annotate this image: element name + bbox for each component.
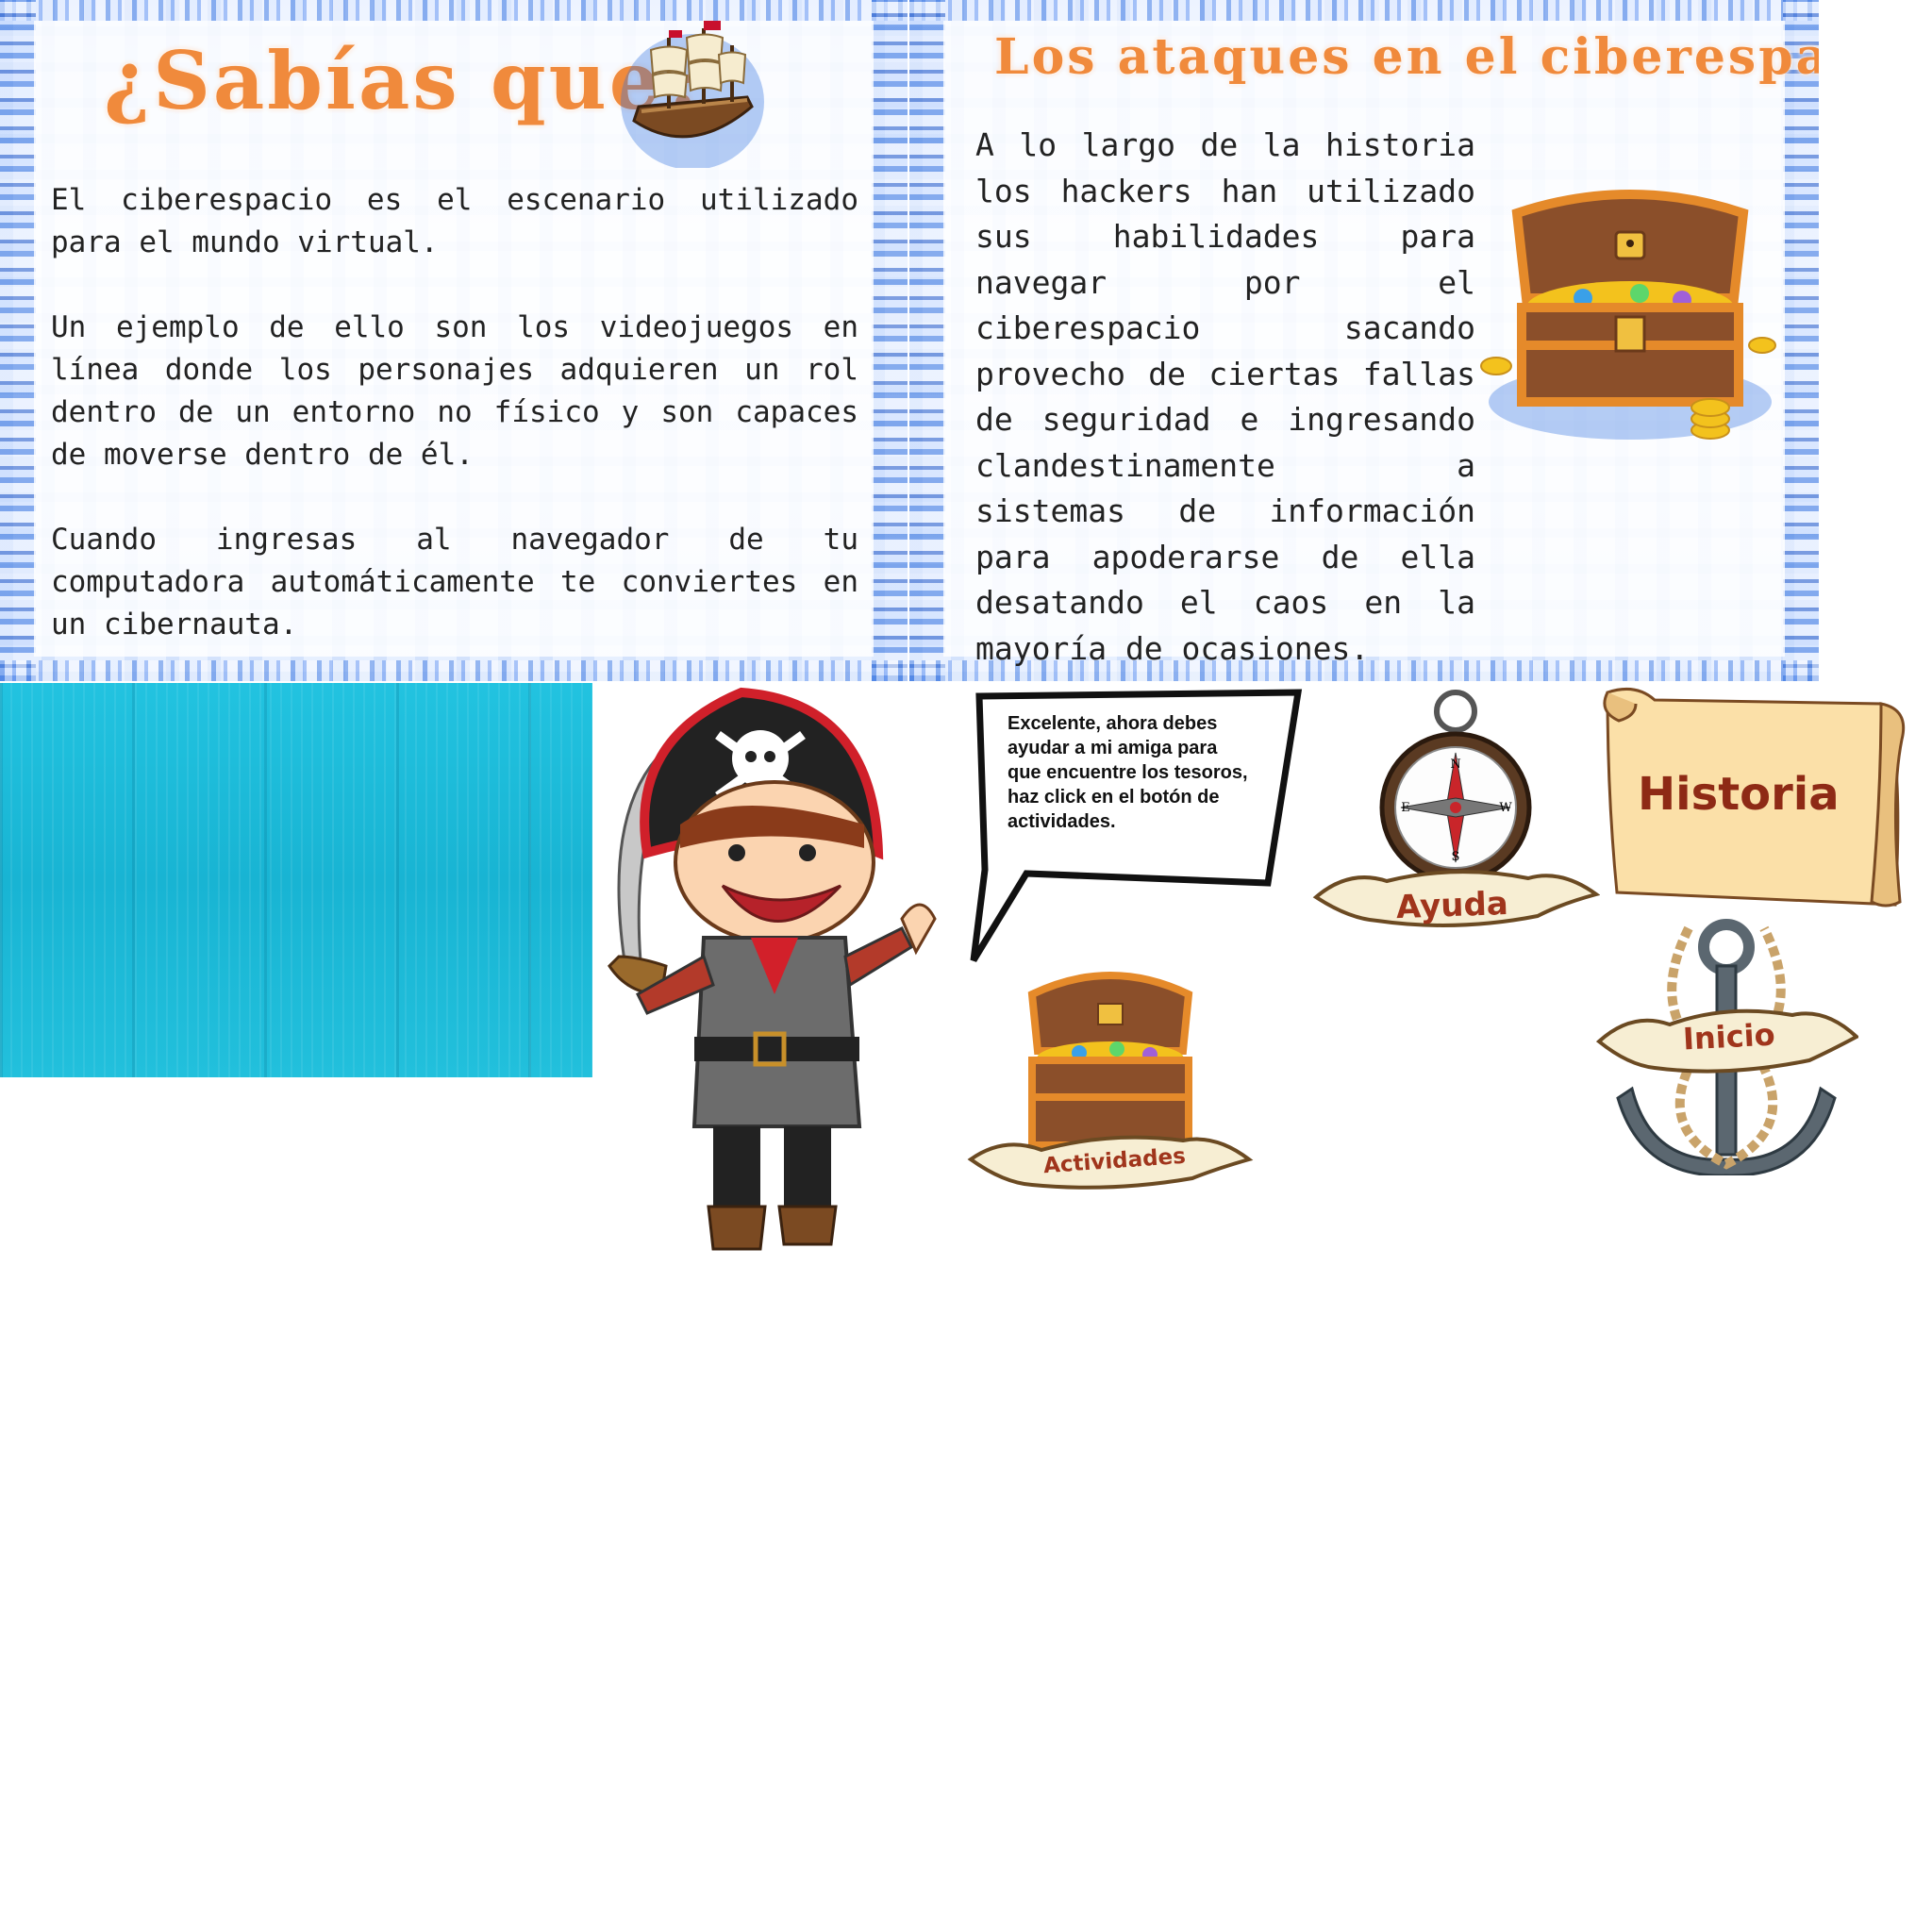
binary-border-top	[909, 0, 1819, 21]
paragraph: Un ejemplo de ello son los videojuegos e…	[51, 310, 858, 472]
paragraph: El ciberespacio es el escenario utilizad…	[51, 183, 858, 259]
panel-title: Los ataques en el ciberespacio	[994, 28, 1819, 86]
binary-border-top	[0, 0, 908, 21]
binary-border-right	[872, 0, 908, 681]
paragraph: A lo largo de la historia los hackers ha…	[975, 126, 1475, 667]
wood-background-panel	[0, 683, 592, 1077]
speech-bubble-text: Excelente, ahora debes ayudar a mi amiga…	[1008, 713, 1248, 832]
panel-body: A lo largo de la historia los hackers ha…	[975, 123, 1475, 672]
compass-n: N	[1450, 758, 1460, 772]
compass-s: S	[1452, 850, 1460, 864]
info-panel-sabias-que: ¿Sabías que? El ciberespacio es el escen…	[0, 0, 908, 681]
compass-w: W	[1499, 801, 1512, 815]
binary-border-left	[909, 0, 945, 681]
inicio-label[interactable]: Inicio	[1682, 1016, 1775, 1057]
paragraph: Cuando ingresas al navegador de tu compu…	[51, 523, 858, 641]
info-panel-ataques: Los ataques en el ciberespacio A lo larg…	[909, 0, 1819, 681]
binary-border-left	[0, 0, 36, 681]
treasure-chest-icon	[1480, 190, 1776, 440]
pirate-boy-icon	[608, 687, 937, 1251]
panel-body: El ciberespacio es el escenario utilizad…	[51, 179, 858, 681]
compass-e: E	[1401, 801, 1410, 815]
ayuda-label[interactable]: Ayuda	[1395, 885, 1508, 926]
ship-icon	[621, 21, 764, 168]
historia-label[interactable]: Historia	[1638, 768, 1840, 821]
